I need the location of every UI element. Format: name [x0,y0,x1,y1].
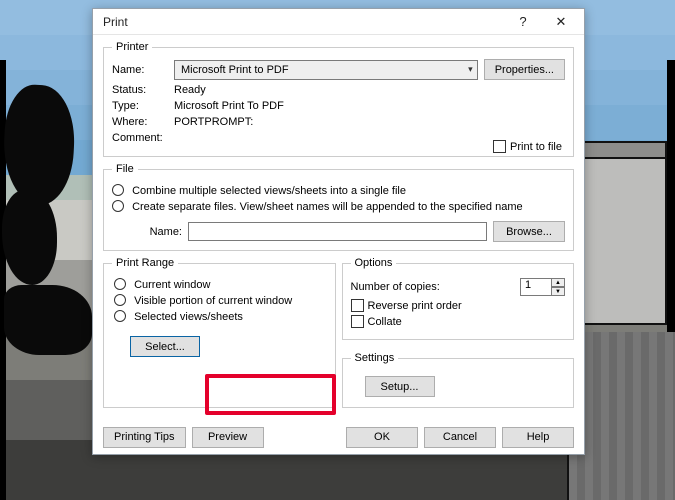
copies-input[interactable]: 1 [520,278,552,296]
copies-down-button[interactable]: ▼ [551,287,565,296]
printer-name-value: Microsoft Print to PDF [181,64,289,76]
preview-button[interactable]: Preview [192,427,264,448]
titlebar[interactable]: Print ? ✕ [93,9,584,35]
printer-legend: Printer [112,41,152,53]
range-selected-views[interactable]: Selected views/sheets [114,310,327,323]
printing-tips-button[interactable]: Printing Tips [103,427,186,448]
dialog-footer: Printing Tips Preview OK Cancel Help [93,420,584,454]
options-group: Options Number of copies: 1 ▲ ▼ [342,257,575,340]
file-group: File Combine multiple selected views/she… [103,163,574,251]
print-to-file-option[interactable]: Print to file [493,140,562,153]
copies-up-button[interactable]: ▲ [551,278,565,287]
collate-checkbox[interactable] [351,315,364,328]
printer-comment-label: Comment: [112,132,174,144]
ok-button[interactable]: OK [346,427,418,448]
close-button[interactable]: ✕ [542,11,580,33]
chevron-up-icon: ▲ [555,280,561,286]
browse-button[interactable]: Browse... [493,221,565,242]
print-dialog: Print ? ✕ Printer Name: Microsoft Print … [92,8,585,455]
file-legend: File [112,163,138,175]
dialog-title: Print [103,15,504,29]
range-selected-views-radio[interactable] [114,310,126,322]
range-visible-portion-radio[interactable] [114,294,126,306]
range-visible-portion[interactable]: Visible portion of current window [114,294,327,307]
reverse-order-checkbox[interactable] [351,299,364,312]
printer-group: Printer Name: Microsoft Print to PDF ▾ P… [103,41,574,157]
print-to-file-label: Print to file [510,141,562,153]
printer-type-value: Microsoft Print To PDF [174,100,284,112]
file-combine-radio[interactable] [112,184,124,196]
file-name-label: Name: [112,226,188,238]
file-combine-option[interactable]: Combine multiple selected views/sheets i… [112,184,565,197]
print-range-group: Print Range Current window Visible porti… [103,257,336,408]
printer-where-value: PORTPROMPT: [174,116,253,128]
close-icon: ✕ [556,14,567,30]
printer-status-label: Status: [112,84,174,96]
copies-label: Number of copies: [351,281,440,293]
printer-name-select[interactable]: Microsoft Print to PDF ▾ [174,60,478,80]
properties-button[interactable]: Properties... [484,59,565,80]
help-icon: ? [519,14,526,29]
range-current-window[interactable]: Current window [114,278,327,291]
help-titlebar-button[interactable]: ? [504,11,542,33]
options-legend: Options [351,257,397,269]
setup-button[interactable]: Setup... [365,376,435,397]
file-name-input[interactable] [188,222,487,241]
printer-status-value: Ready [174,84,206,96]
chevron-down-icon: ▼ [555,289,561,295]
file-separate-radio[interactable] [112,200,124,212]
file-separate-option[interactable]: Create separate files. View/sheet names … [112,200,565,213]
cancel-button[interactable]: Cancel [424,427,496,448]
settings-group: Settings Setup... [342,352,575,408]
collate-option[interactable]: Collate [351,315,566,328]
settings-legend: Settings [351,352,399,364]
printer-name-label: Name: [112,64,174,76]
printer-type-label: Type: [112,100,174,112]
print-range-legend: Print Range [112,257,178,269]
help-button[interactable]: Help [502,427,574,448]
range-current-window-radio[interactable] [114,278,126,290]
print-to-file-checkbox[interactable] [493,140,506,153]
chevron-down-icon: ▾ [468,64,473,75]
printer-where-label: Where: [112,116,174,128]
reverse-order-option[interactable]: Reverse print order [351,299,566,312]
select-views-button[interactable]: Select... [130,336,200,357]
